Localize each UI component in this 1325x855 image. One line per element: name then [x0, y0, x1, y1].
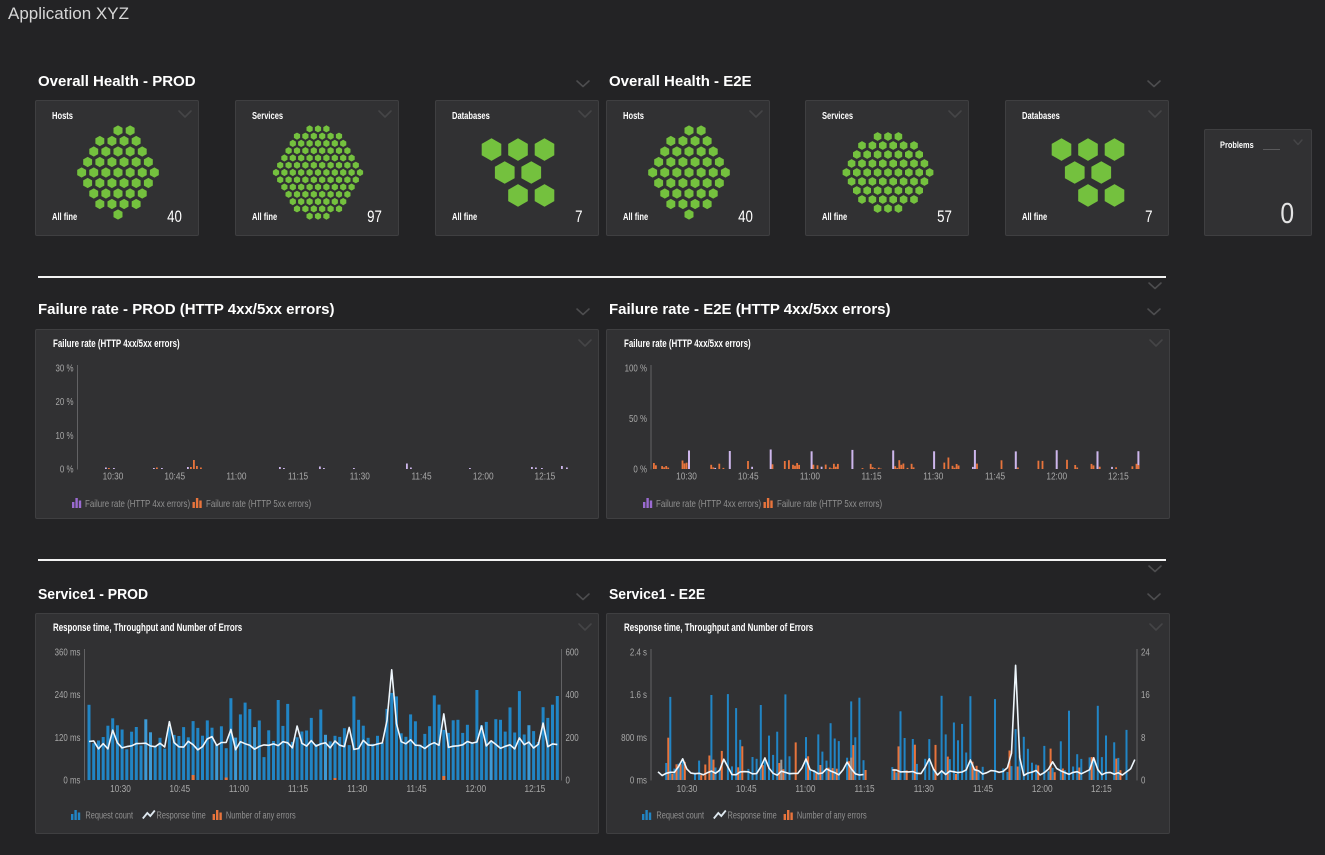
- svg-text:10:45: 10:45: [169, 783, 190, 794]
- svg-text:0: 0: [566, 775, 570, 786]
- svg-text:11:45: 11:45: [973, 783, 993, 794]
- svg-text:10 %: 10 %: [56, 430, 74, 441]
- svg-text:Number of any errors: Number of any errors: [226, 810, 296, 821]
- svg-text:12:00: 12:00: [1046, 471, 1067, 482]
- svg-text:1.6 s: 1.6 s: [630, 689, 648, 700]
- svg-text:240 ms: 240 ms: [55, 689, 81, 700]
- svg-text:Number of any errors: Number of any errors: [797, 810, 867, 821]
- svg-text:11:15: 11:15: [855, 783, 875, 794]
- svg-text:200: 200: [566, 732, 579, 743]
- svg-text:Request count: Request count: [656, 810, 704, 821]
- svg-text:Response time: Response time: [157, 810, 206, 821]
- svg-text:11:15: 11:15: [862, 471, 882, 482]
- svg-text:Failure rate (HTTP 4xx errors): Failure rate (HTTP 4xx errors): [85, 498, 190, 509]
- svg-text:16: 16: [1141, 689, 1150, 700]
- svg-text:12:15: 12:15: [1108, 471, 1129, 482]
- svg-text:11:45: 11:45: [985, 471, 1005, 482]
- svg-text:360 ms: 360 ms: [55, 647, 81, 658]
- svg-text:12:00: 12:00: [465, 783, 486, 794]
- svg-text:800 ms: 800 ms: [621, 732, 647, 743]
- svg-text:50 %: 50 %: [629, 413, 647, 424]
- svg-text:11:00: 11:00: [800, 471, 820, 482]
- svg-text:11:30: 11:30: [923, 471, 943, 482]
- svg-text:2.4 s: 2.4 s: [630, 647, 648, 658]
- svg-text:12:00: 12:00: [1032, 783, 1053, 794]
- svg-text:11:45: 11:45: [411, 471, 431, 482]
- svg-text:11:15: 11:15: [288, 783, 308, 794]
- svg-text:11:30: 11:30: [914, 783, 934, 794]
- svg-text:10:30: 10:30: [103, 471, 124, 482]
- svg-text:20 %: 20 %: [56, 396, 74, 407]
- svg-text:10:45: 10:45: [738, 471, 759, 482]
- svg-text:Failure rate (HTTP 4xx errors): Failure rate (HTTP 4xx errors): [656, 498, 761, 509]
- svg-text:11:00: 11:00: [229, 783, 249, 794]
- svg-text:12:00: 12:00: [473, 471, 494, 482]
- svg-text:0 ms: 0 ms: [630, 775, 648, 786]
- svg-text:Request count: Request count: [85, 810, 133, 821]
- svg-text:0 %: 0 %: [60, 464, 74, 475]
- svg-text:11:00: 11:00: [795, 783, 815, 794]
- svg-text:11:45: 11:45: [406, 783, 426, 794]
- svg-text:Failure rate (HTTP 5xx errors): Failure rate (HTTP 5xx errors): [777, 498, 882, 509]
- svg-text:8: 8: [1141, 732, 1145, 743]
- svg-text:12:15: 12:15: [535, 471, 556, 482]
- svg-text:10:45: 10:45: [164, 471, 185, 482]
- svg-text:Response time: Response time: [728, 810, 777, 821]
- svg-text:11:00: 11:00: [226, 471, 246, 482]
- svg-text:600: 600: [566, 647, 579, 658]
- svg-text:120 ms: 120 ms: [55, 732, 81, 743]
- svg-text:10:30: 10:30: [676, 471, 697, 482]
- svg-text:10:30: 10:30: [677, 783, 698, 794]
- svg-text:11:30: 11:30: [350, 471, 370, 482]
- svg-text:11:15: 11:15: [288, 471, 308, 482]
- svg-text:0 ms: 0 ms: [63, 775, 81, 786]
- svg-text:30 %: 30 %: [56, 363, 74, 374]
- svg-text:12:15: 12:15: [1091, 783, 1112, 794]
- svg-text:11:30: 11:30: [347, 783, 367, 794]
- svg-text:10:30: 10:30: [110, 783, 131, 794]
- svg-text:0: 0: [1141, 775, 1145, 786]
- svg-text:100 %: 100 %: [625, 363, 647, 374]
- svg-text:10:45: 10:45: [736, 783, 757, 794]
- svg-text:0 %: 0 %: [633, 464, 647, 475]
- svg-text:400: 400: [566, 689, 579, 700]
- svg-text:24: 24: [1141, 647, 1150, 658]
- svg-text:Failure rate (HTTP 5xx errors): Failure rate (HTTP 5xx errors): [206, 498, 311, 509]
- svg-text:12:15: 12:15: [525, 783, 546, 794]
